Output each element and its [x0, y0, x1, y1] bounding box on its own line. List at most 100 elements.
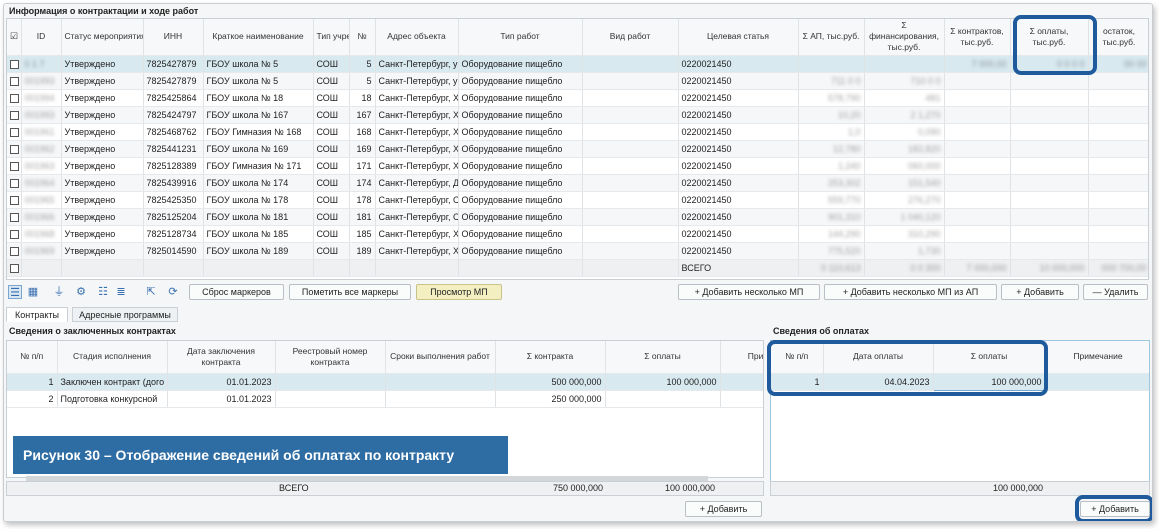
- table-view-icon[interactable]: ▦: [26, 285, 40, 299]
- row-checkbox[interactable]: [7, 89, 22, 107]
- cell-article: 0220021450: [678, 123, 799, 141]
- cell-contr: [944, 157, 1011, 175]
- col-inn[interactable]: ИНН: [143, 19, 204, 56]
- cell-name: ГБОУ школа № 178: [203, 191, 314, 209]
- col-inst-type[interactable]: Тип учреж,: [313, 19, 350, 56]
- row-checkbox[interactable]: [7, 106, 22, 124]
- row-checkbox[interactable]: [7, 259, 22, 277]
- row-checkbox[interactable]: [7, 225, 22, 243]
- cell-kind: [582, 72, 679, 90]
- add-several-mp-from-ap-button[interactable]: + Добавить несколько МП из АП: [824, 284, 997, 300]
- col-work-terms[interactable]: Сроки выполнения работ: [385, 341, 496, 374]
- col-sum-financing[interactable]: Σ финансирования, тыс.руб.: [864, 19, 945, 56]
- table-row[interactable]: 0 1 7 Утверждено 7825427879 ГБОУ школа № 5С…: [7, 55, 1148, 73]
- table-row[interactable]: 001969 Утверждено 7825014590 ГБОУ школа № 1…: [7, 242, 1148, 260]
- col-contract-sum[interactable]: Σ контракта: [495, 341, 606, 374]
- col-id[interactable]: ID: [21, 19, 62, 56]
- tab-address-programs[interactable]: Адресные программы: [72, 307, 178, 322]
- cell-fin: 182,820: [864, 140, 945, 158]
- cell-inn: 7825425350: [143, 191, 204, 209]
- total-kind: [582, 259, 679, 277]
- col-number[interactable]: №: [349, 19, 376, 56]
- cell-id: 001968: [21, 225, 62, 243]
- cell-num: 167: [349, 106, 376, 124]
- cell-article: 0220021450: [678, 157, 799, 175]
- col-registry-number[interactable]: Реестровый номер контракта: [275, 341, 386, 374]
- cell-pay: [1010, 242, 1089, 260]
- row-checkbox[interactable]: [7, 157, 22, 175]
- cell-fin: 0,090: [864, 123, 945, 141]
- expand-list-icon[interactable]: ☷: [96, 285, 110, 299]
- table-row[interactable]: 001961 Утверждено 7825468762 ГБОУ Гимназия …: [7, 123, 1148, 141]
- delete-button[interactable]: — Удалить: [1083, 284, 1148, 300]
- list-view-icon[interactable]: ☰: [8, 285, 22, 299]
- cell-ap: 559,770: [798, 191, 865, 209]
- contracts-total-bar: ВСЕГО 750 000,000 100 000,000: [6, 481, 764, 496]
- cell-contr: [944, 72, 1011, 90]
- view-mp-button[interactable]: Просмотр МП: [416, 284, 502, 300]
- cell-status: Утверждено: [61, 225, 144, 243]
- table-row[interactable]: 1 Заключен контракт (дого 01.01.2023 500…: [7, 373, 763, 391]
- col-status[interactable]: Статус мероприятия: [61, 19, 144, 56]
- table-row[interactable]: 001994 Утверждено 7825425864 ГБОУ школа № 1…: [7, 89, 1148, 107]
- filter-icon[interactable]: ⏚: [52, 285, 66, 299]
- cell-kind: [582, 225, 679, 243]
- row-checkbox[interactable]: [7, 72, 22, 90]
- col-address[interactable]: Адрес объекта: [375, 19, 459, 56]
- cell-num: 171: [349, 157, 376, 175]
- row-checkbox[interactable]: [7, 208, 22, 226]
- row-checkbox[interactable]: [7, 55, 22, 73]
- cell-num: 178: [349, 191, 376, 209]
- row-checkbox[interactable]: [7, 242, 22, 260]
- settings-icon[interactable]: ⚙: [74, 285, 88, 299]
- row-checkbox[interactable]: [7, 140, 22, 158]
- total-pay: 10 000,000: [1010, 259, 1089, 277]
- table-row[interactable]: 001965 Утверждено 7825425350 ГБОУ школа № 1…: [7, 191, 1148, 209]
- reset-markers-button[interactable]: Сброс маркеров: [189, 284, 284, 300]
- table-row[interactable]: 001962 Утверждено 7825441231 ГБОУ школа № 1…: [7, 140, 1148, 158]
- add-several-mp-button[interactable]: + Добавить несколько МП: [678, 284, 820, 300]
- row-checkbox[interactable]: [7, 123, 22, 141]
- row-checkbox[interactable]: [7, 191, 22, 209]
- col-sum-ap[interactable]: Σ АП, тыс.руб.: [798, 19, 865, 56]
- table-row[interactable]: 001964 Утверждено 7825439916 ГБОУ школа № 1…: [7, 174, 1148, 192]
- col-work-type[interactable]: Тип работ: [458, 19, 583, 56]
- select-all-checkbox[interactable]: ☑: [7, 19, 22, 56]
- contracting-grid: ☑ ID Статус мероприятия ИНН Краткое наим…: [6, 18, 1149, 280]
- table-row[interactable]: 2 Подготовка конкурсной 01.01.2023 250 0…: [7, 390, 763, 408]
- cell-fin: 2 1,270: [864, 106, 945, 124]
- col-remainder[interactable]: остаток, тыс.руб.: [1088, 19, 1148, 56]
- cell-contr: [944, 140, 1011, 158]
- table-row[interactable]: 001966 Утверждено 7825125204 ГБОУ школа № 1…: [7, 208, 1148, 226]
- tab-contracts[interactable]: Контракты: [6, 307, 68, 322]
- col-short-name[interactable]: Краткое наименование: [203, 19, 314, 56]
- col-sum-contracts[interactable]: Σ контрактов, тыс.руб.: [944, 19, 1011, 56]
- export-icon[interactable]: ⇱: [144, 285, 158, 299]
- refresh-icon[interactable]: ⟳: [166, 285, 180, 299]
- col-pay-note[interactable]: Примечание: [1045, 341, 1149, 374]
- mark-all-markers-button[interactable]: Пометить все маркеры: [289, 284, 411, 300]
- row-checkbox[interactable]: [7, 174, 22, 192]
- col-conclusion-date[interactable]: Дата заключения контракта: [167, 341, 276, 374]
- col-stage[interactable]: Стадия исполнения: [57, 341, 168, 374]
- note-cell: [720, 390, 763, 408]
- table-row[interactable]: 001993 Утверждено 7825427879 ГБОУ школа № 5…: [7, 72, 1148, 90]
- cell-addr: Санкт-Петербург, Х: [375, 140, 459, 158]
- add-contract-button[interactable]: + Добавить: [685, 501, 762, 517]
- table-row[interactable]: 001968 Утверждено 7825128734 ГБОУ школа № 1…: [7, 225, 1148, 243]
- highlight-payments-column: [1013, 15, 1097, 75]
- col-note[interactable]: Прим: [720, 341, 763, 374]
- cell-work: Оборудование пищебло: [458, 225, 583, 243]
- table-row[interactable]: 001993 Утверждено 7825424797 ГБОУ школа № 1…: [7, 106, 1148, 124]
- col-row-number[interactable]: № п/п: [7, 341, 58, 374]
- cell-contr: [944, 174, 1011, 192]
- col-work-kind[interactable]: Вид работ: [582, 19, 679, 56]
- table-row[interactable]: 001963 Утверждено 7825128389 ГБОУ Гимназия …: [7, 157, 1148, 175]
- col-payment-sum[interactable]: Σ оплаты: [605, 341, 721, 374]
- cell-rest: [1088, 174, 1148, 192]
- add-button[interactable]: + Добавить: [1001, 284, 1079, 300]
- sort-list-icon[interactable]: ≣: [114, 285, 128, 299]
- col-target-article[interactable]: Целевая статья: [678, 19, 799, 56]
- total-contr: 7 000,000: [944, 259, 1011, 277]
- cell-status: Утверждено: [61, 89, 144, 107]
